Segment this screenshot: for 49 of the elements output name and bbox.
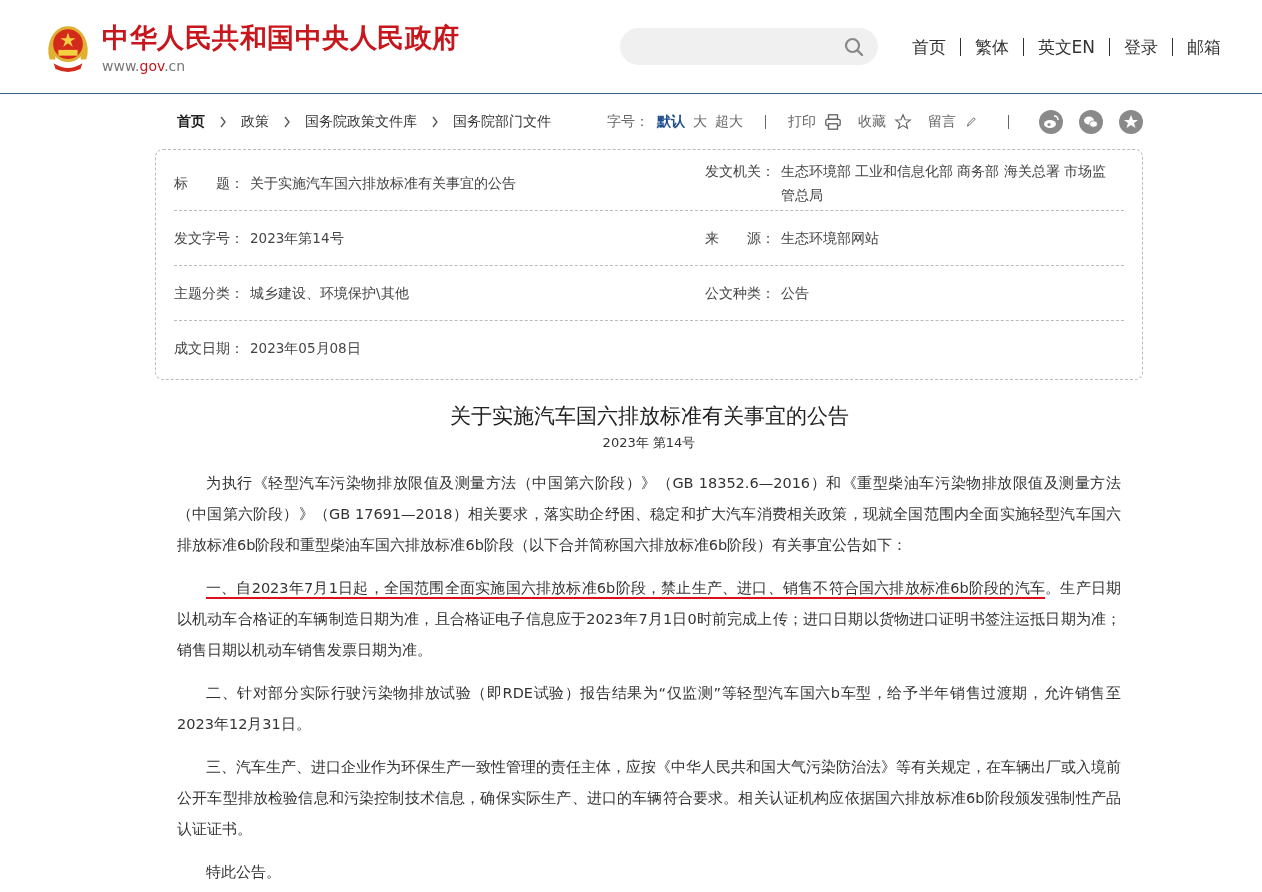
info-label: 成文日期： bbox=[174, 339, 245, 358]
info-value: 生态环境部 工业和信息化部 商务部 海关总署 市场监管总局 bbox=[780, 162, 1108, 205]
article-paragraph: 一、自2023年7月1日起，全国范围全面实施国六排放标准6b阶段，禁止生产、进口、销售不符合国六排放标准6b阶段的汽车。生产日期以机动车合格证的车辆制造日期为准，且合格证电子信息应于2023年7月1日0时前完成上传；进口日期以货物进口证明书签注运抵日期为准；销售日期以机动车销售发票日期为准。 bbox=[177, 579, 1121, 660]
nav-link[interactable]: 英文EN bbox=[1022, 37, 1103, 56]
site-domain: www.gov.cn bbox=[102, 57, 187, 74]
info-label: 来 源： bbox=[704, 229, 776, 248]
info-label: 标 题： bbox=[174, 174, 245, 193]
font-size-option[interactable]: 超大 bbox=[715, 112, 743, 131]
article-paragraph: 特此公告。 bbox=[205, 863, 282, 882]
font-size-option[interactable]: 大 bbox=[693, 112, 707, 131]
nav-link[interactable]: 首页 bbox=[903, 37, 954, 56]
breadcrumb-link[interactable]: 首页 bbox=[177, 112, 205, 131]
info-value: 关于实施汽车国六排放标准有关事宜的公告 bbox=[250, 174, 517, 193]
breadcrumb-link[interactable]: 国务院政策文件库 bbox=[305, 112, 417, 131]
nav-link[interactable]: 繁体 bbox=[959, 37, 1017, 56]
tool-link[interactable]: 收藏 bbox=[858, 112, 886, 131]
search-icon[interactable] bbox=[843, 36, 864, 57]
article-paragraph: 二、针对部分实际行驶污染物排放试验（即RDE试验）报告结果为“仅监测”等轻型汽车国六b车型，给予半年销售过渡期，允许销售至2023年12月31日。 bbox=[177, 684, 1121, 734]
info-value: 公告 bbox=[780, 284, 810, 303]
printer-icon[interactable] bbox=[824, 112, 842, 131]
info-label: 发文机关： bbox=[704, 162, 776, 181]
document-number: 2023年 第14号 bbox=[601, 434, 697, 452]
weibo-icon[interactable] bbox=[1039, 109, 1063, 134]
info-value: 城乡建设、环境保护\其他 bbox=[250, 284, 410, 303]
breadcrumb-link[interactable]: 国务院部门文件 bbox=[453, 112, 551, 131]
font-size-option[interactable]: 默认 bbox=[657, 112, 685, 131]
chevron-icon bbox=[283, 115, 291, 128]
nav-link[interactable]: 邮箱 bbox=[1171, 37, 1229, 56]
site-title: 中华人民共和国中央人民政府 bbox=[102, 20, 460, 55]
chevron-icon bbox=[431, 115, 439, 128]
article-paragraph: 为执行《轻型汽车污染物排放限值及测量方法（中国第六阶段）》（GB 18352.6—2016）和《重型柴油车污染物排放限值及测量方法（中国第六阶段）》（GB 17691—2018）相关要求，落实助企纾困、稳定和扩大汽车消费相关政策，现就全国范围内全面实施轻型汽车国六排放标准6b阶段和重型柴油车国六排放标准6b阶段（以下合并简称国六排放标准6b阶段）有关事宜公告如下： bbox=[177, 474, 1121, 555]
info-label: 主题分类： bbox=[174, 284, 245, 303]
tool-link[interactable]: 打印 bbox=[788, 112, 816, 131]
info-value: 2023年第14号 bbox=[250, 229, 345, 248]
star-icon[interactable] bbox=[894, 112, 912, 131]
info-label: 公文种类： bbox=[704, 284, 776, 303]
article-paragraph: 三、汽车生产、进口企业作为环保生产一致性管理的责任主体，应按《中华人民共和国大气污染防治法》等有关规定，在车辆出厂或入境前公开车型排放检验信息和污染控制技术信息，确保实际生产、进口的车辆符合要求。相关认证机构应依据国六排放标准6b阶段颁发强制性产品认证证书。 bbox=[177, 758, 1121, 839]
tool-link[interactable]: 留言 bbox=[928, 112, 956, 131]
info-value: 2023年05月08日 bbox=[250, 339, 362, 358]
article-title: 关于实施汽车国六排放标准有关事宜的公告 bbox=[448, 403, 850, 430]
chevron-icon bbox=[219, 115, 227, 128]
font-size-label: 字号： bbox=[607, 112, 649, 131]
search-field[interactable] bbox=[619, 28, 878, 65]
pencil-icon[interactable] bbox=[964, 114, 978, 129]
info-value: 生态环境部网站 bbox=[780, 229, 880, 248]
breadcrumb-link[interactable]: 政策 bbox=[241, 112, 269, 131]
info-label: 发文字号： bbox=[174, 229, 245, 248]
wechat-icon[interactable] bbox=[1079, 109, 1103, 134]
nav-link[interactable]: 登录 bbox=[1108, 37, 1166, 56]
